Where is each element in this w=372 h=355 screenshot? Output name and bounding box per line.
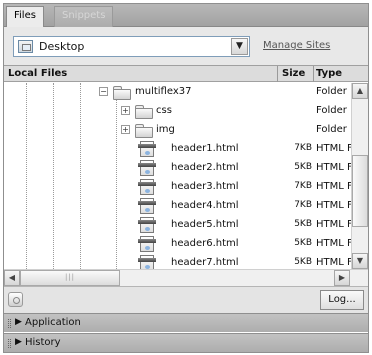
- list-item[interactable]: header7.html 5KB HTML Fil: [4, 254, 351, 269]
- status-bar: Log...: [4, 286, 368, 313]
- column-header: Local Files Size Type: [4, 65, 368, 82]
- file-type: Folder: [316, 86, 347, 97]
- folder-icon: [135, 105, 153, 119]
- file-name: header7.html: [171, 257, 239, 268]
- site-bar: Desktop ▼ Manage Sites: [4, 27, 368, 65]
- column-divider[interactable]: [277, 66, 278, 82]
- file-size: 7KB: [294, 143, 312, 153]
- file-name: header2.html: [171, 162, 239, 173]
- folder-icon: [113, 86, 131, 100]
- file-name: header1.html: [171, 143, 239, 154]
- manage-sites-link[interactable]: Manage Sites: [263, 40, 330, 51]
- column-header-size[interactable]: Size: [282, 68, 305, 79]
- file-size: 5KB: [294, 238, 312, 248]
- vertical-scroll-thumb[interactable]: [352, 155, 368, 227]
- file-type: HTML Fil: [316, 143, 351, 154]
- html-file-icon: [138, 255, 156, 269]
- list-item[interactable]: + img Folder: [4, 121, 351, 140]
- list-item[interactable]: header1.html 7KB HTML Fil: [4, 140, 351, 159]
- file-type: HTML Fil: [316, 181, 351, 192]
- list-item[interactable]: header6.html 5KB HTML Fil: [4, 235, 351, 254]
- column-divider[interactable]: [313, 66, 314, 82]
- scroll-down-icon[interactable]: ▼: [352, 253, 368, 269]
- file-name: header4.html: [171, 200, 239, 211]
- site-icon: [18, 40, 33, 53]
- tab-snippets[interactable]: Snippets: [54, 6, 114, 27]
- panel-tab-strip: Files Snippets: [4, 4, 368, 27]
- panel-history[interactable]: ▶ History: [4, 333, 368, 352]
- files-panel: Files Snippets Desktop ▼ Manage Sites Lo…: [3, 3, 369, 353]
- panel-title[interactable]: Application: [25, 317, 81, 328]
- html-file-icon: [138, 217, 156, 233]
- expand-icon[interactable]: +: [121, 125, 130, 134]
- file-name: header3.html: [171, 181, 239, 192]
- file-name: multiflex37: [135, 86, 192, 97]
- file-list: − multiflex37 Folder + css Folder + img …: [4, 83, 351, 269]
- gripper-icon[interactable]: [8, 339, 11, 348]
- html-file-icon: [138, 160, 156, 176]
- expand-arrow-icon[interactable]: ▶: [15, 317, 22, 327]
- site-dropdown[interactable]: Desktop ▼: [13, 36, 250, 57]
- column-header-name[interactable]: Local Files: [8, 68, 67, 79]
- file-name: header6.html: [171, 238, 239, 249]
- file-type: Folder: [316, 105, 347, 116]
- vertical-scrollbar[interactable]: ▲ ▼: [351, 83, 368, 269]
- file-name: css: [156, 105, 172, 116]
- file-name: img: [156, 124, 175, 135]
- file-name: header5.html: [171, 219, 239, 230]
- list-item[interactable]: header4.html 7KB HTML Fil: [4, 197, 351, 216]
- connection-status-icon: [8, 292, 23, 307]
- html-file-icon: [138, 179, 156, 195]
- list-item[interactable]: header5.html 5KB HTML Fil: [4, 216, 351, 235]
- expand-icon[interactable]: +: [121, 106, 130, 115]
- scroll-right-icon[interactable]: ▶: [334, 270, 350, 286]
- list-item[interactable]: header2.html 5KB HTML Fil: [4, 159, 351, 178]
- horizontal-scrollbar[interactable]: ◀ ||| ▶: [4, 269, 368, 286]
- collapse-icon[interactable]: −: [99, 87, 108, 96]
- html-file-icon: [138, 236, 156, 252]
- file-type: HTML Fil: [316, 200, 351, 211]
- file-type: HTML Fil: [316, 162, 351, 173]
- file-type: HTML Fil: [316, 238, 351, 249]
- column-header-type[interactable]: Type: [316, 68, 342, 79]
- file-type: HTML Fil: [316, 219, 351, 230]
- list-item[interactable]: header3.html 7KB HTML Fil: [4, 178, 351, 197]
- tab-files[interactable]: Files: [6, 6, 44, 27]
- site-dropdown-value: Desktop: [39, 40, 85, 53]
- panel-application[interactable]: ▶ Application: [4, 313, 368, 332]
- list-item[interactable]: + css Folder: [4, 102, 351, 121]
- file-size: 5KB: [294, 257, 312, 267]
- gripper-icon[interactable]: [8, 319, 11, 328]
- list-item[interactable]: − multiflex37 Folder: [4, 83, 351, 102]
- horizontal-scroll-thumb[interactable]: |||: [20, 270, 120, 286]
- folder-icon: [135, 124, 153, 138]
- scroll-up-icon[interactable]: ▲: [352, 83, 368, 99]
- log-button[interactable]: Log...: [320, 290, 364, 310]
- file-size: 5KB: [294, 162, 312, 172]
- file-size: 5KB: [294, 219, 312, 229]
- chevron-down-icon[interactable]: ▼: [231, 38, 248, 55]
- expand-arrow-icon[interactable]: ▶: [15, 337, 22, 347]
- file-size: 7KB: [294, 200, 312, 210]
- html-file-icon: [138, 198, 156, 214]
- panel-title[interactable]: History: [25, 337, 61, 348]
- html-file-icon: [138, 141, 156, 157]
- file-type: HTML Fil: [316, 257, 351, 268]
- scroll-left-icon[interactable]: ◀: [4, 270, 20, 286]
- file-size: 7KB: [294, 181, 312, 191]
- file-type: Folder: [316, 124, 347, 135]
